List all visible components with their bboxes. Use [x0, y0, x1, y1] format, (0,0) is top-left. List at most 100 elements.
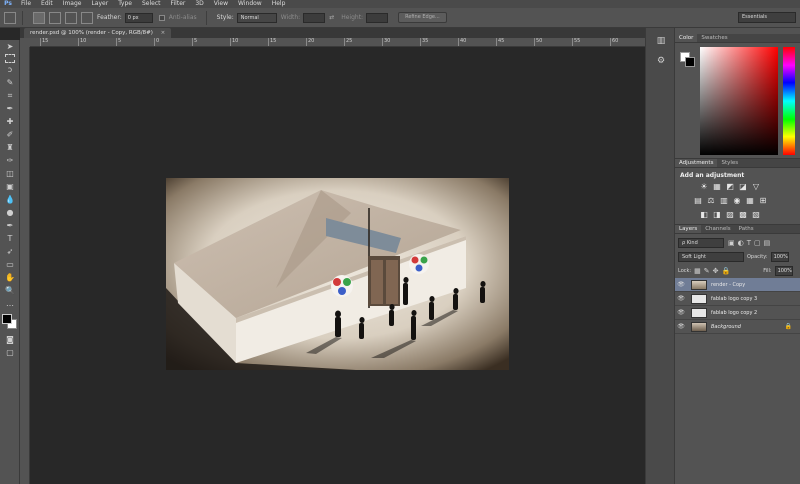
eyedropper-tool-icon[interactable]: ✒ [3, 103, 17, 115]
menu-layer[interactable]: Layer [86, 0, 113, 8]
blend-mode-select[interactable]: Soft Light [678, 251, 744, 262]
type-tool-icon[interactable]: T [3, 233, 17, 245]
eye-icon[interactable]: 👁 [675, 295, 687, 302]
hue-slider[interactable] [783, 47, 795, 155]
menu-3d[interactable]: 3D [190, 0, 208, 8]
new-selection-icon[interactable] [33, 11, 45, 24]
lasso-tool-icon[interactable]: ↄ [3, 64, 17, 76]
eye-icon[interactable]: 👁 [675, 323, 687, 330]
crop-tool-icon[interactable]: ⌗ [3, 90, 17, 102]
path-selection-tool-icon[interactable]: ➶ [3, 246, 17, 258]
history-brush-tool-icon[interactable]: ✑ [3, 155, 17, 167]
tab-styles[interactable]: Styles [717, 159, 742, 167]
menu-help[interactable]: Help [267, 0, 291, 8]
eye-icon[interactable]: 👁 [675, 309, 687, 316]
vertical-ruler[interactable] [20, 47, 30, 484]
add-selection-icon[interactable] [49, 11, 61, 24]
history-panel-icon[interactable]: ▥ [652, 34, 670, 48]
selective-color-icon[interactable]: ▧ [751, 210, 761, 220]
quick-select-tool-icon[interactable]: ✎ [3, 77, 17, 89]
layer-row[interactable]: 👁 fablab logo copy 2 [675, 306, 800, 320]
menu-filter[interactable]: Filter [166, 0, 191, 8]
canvas-area[interactable] [31, 48, 645, 484]
tab-adjustments[interactable]: Adjustments [675, 159, 718, 167]
panel-background-swatch[interactable] [685, 57, 695, 67]
opacity-input[interactable]: 100% [770, 251, 789, 262]
invert-icon[interactable]: ◧ [699, 210, 709, 220]
rectangle-tool-icon[interactable]: ▭ [3, 259, 17, 271]
menu-image[interactable]: Image [58, 0, 87, 8]
filter-pixel-icon[interactable]: ▣ [728, 239, 735, 247]
lock-transparent-icon[interactable]: ▦ [694, 267, 701, 275]
document-image[interactable] [166, 178, 509, 370]
menu-file[interactable]: File [16, 0, 36, 8]
subtract-selection-icon[interactable] [65, 11, 77, 24]
gradient-map-icon[interactable]: ▩ [738, 210, 748, 220]
swap-icon[interactable]: ⇄ [329, 14, 334, 21]
eraser-tool-icon[interactable]: ◫ [3, 168, 17, 180]
brush-tool-icon[interactable]: ✐ [3, 129, 17, 141]
tab-channels[interactable]: Channels [701, 225, 734, 233]
height-input[interactable] [366, 12, 389, 23]
filter-shape-icon[interactable]: ▢ [754, 239, 761, 247]
black-white-icon[interactable]: ▥ [719, 196, 729, 206]
menu-type[interactable]: Type [113, 0, 137, 8]
tab-swatches[interactable]: Swatches [697, 34, 731, 42]
channel-mixer-icon[interactable]: ▦ [745, 196, 755, 206]
levels-icon[interactable]: ▦ [712, 182, 722, 192]
more-tools-icon[interactable]: … [3, 298, 17, 310]
fill-input[interactable]: 100% [774, 265, 793, 276]
color-spectrum-field[interactable] [700, 47, 778, 155]
layer-row[interactable]: 👁 fablab logo copy 3 [675, 292, 800, 306]
marquee-tool-icon[interactable] [5, 54, 15, 63]
menu-view[interactable]: View [209, 0, 233, 8]
blur-tool-icon[interactable]: 💧 [3, 194, 17, 206]
filter-adjustment-icon[interactable]: ◐ [738, 239, 744, 247]
refine-edge-button[interactable]: Refine Edge... [398, 12, 447, 23]
horizontal-ruler[interactable]: 15 10 5 0 5 10 15 20 25 30 35 40 45 50 55 60 [30, 38, 645, 47]
quick-mask-icon[interactable]: ◙ [3, 334, 17, 346]
marquee-tool-preset-icon[interactable] [4, 11, 16, 24]
color-swatches[interactable] [2, 314, 18, 330]
width-input[interactable] [303, 12, 326, 23]
tab-color[interactable]: Color [675, 34, 698, 42]
healing-brush-tool-icon[interactable]: ✚ [3, 116, 17, 128]
exposure-icon[interactable]: ◪ [738, 182, 748, 192]
color-lookup-icon[interactable]: ⊞ [758, 196, 768, 206]
layer-filter-select[interactable]: ρ Kind [678, 237, 724, 248]
ruler-origin[interactable] [20, 38, 30, 47]
style-select[interactable]: Normal [236, 12, 277, 23]
menu-edit[interactable]: Edit [36, 0, 58, 8]
menu-window[interactable]: Window [233, 0, 267, 8]
hue-saturation-icon[interactable]: ▤ [693, 196, 703, 206]
move-tool-icon[interactable]: ➤ [3, 41, 17, 53]
lock-all-icon[interactable]: 🔒 [721, 267, 730, 275]
intersect-selection-icon[interactable] [81, 11, 93, 24]
dodge-tool-icon[interactable]: ● [3, 207, 17, 219]
pen-tool-icon[interactable]: ✒ [3, 220, 17, 232]
clone-stamp-tool-icon[interactable]: ♜ [3, 142, 17, 154]
tab-layers[interactable]: Layers [675, 225, 702, 233]
eye-icon[interactable]: 👁 [675, 281, 687, 288]
vibrance-icon[interactable]: ▽ [751, 182, 761, 192]
lock-position-icon[interactable]: ✥ [713, 267, 719, 275]
lock-image-icon[interactable]: ✎ [704, 267, 710, 275]
foreground-color-swatch[interactable] [2, 314, 12, 324]
color-balance-icon[interactable]: ⚖ [706, 196, 716, 206]
tab-paths[interactable]: Paths [735, 225, 758, 233]
hand-tool-icon[interactable]: ✋ [3, 272, 17, 284]
brightness-icon[interactable]: ☀ [699, 182, 709, 192]
threshold-icon[interactable]: ▨ [725, 210, 735, 220]
menu-select[interactable]: Select [137, 0, 166, 8]
properties-panel-icon[interactable]: ⚙ [652, 54, 670, 68]
layer-row[interactable]: 👁 render - Copy [675, 278, 800, 292]
screen-mode-icon[interactable]: ▢ [3, 347, 17, 359]
antialias-checkbox[interactable] [158, 14, 165, 21]
filter-type-icon[interactable]: T [747, 239, 751, 247]
photo-filter-icon[interactable]: ◉ [732, 196, 742, 206]
workspace-select[interactable]: Essentials [738, 12, 796, 23]
zoom-tool-icon[interactable]: 🔍 [3, 285, 17, 297]
filter-smart-object-icon[interactable]: ▤ [764, 239, 771, 247]
close-icon[interactable]: × [161, 30, 166, 36]
gradient-tool-icon[interactable]: ▣ [3, 181, 17, 193]
